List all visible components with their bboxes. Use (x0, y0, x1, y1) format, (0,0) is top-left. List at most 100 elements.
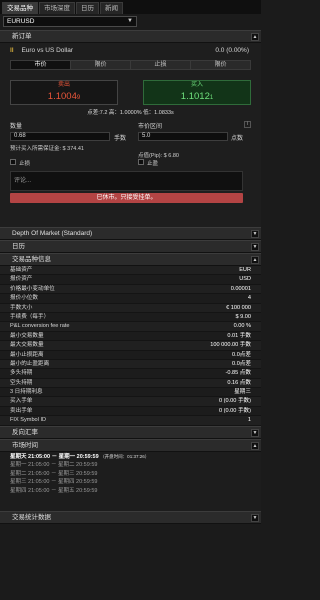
info-value: 0.00 % (233, 323, 251, 330)
market-closed-notice: 已休市。只接受挂单。 (10, 193, 243, 203)
market-hours-text: 星期天 21:05:00 － 星期一 20:59:59 (10, 453, 99, 460)
reverse-rate-header[interactable]: 反向汇率 ▼ (0, 425, 261, 439)
info-key: 最大交易数量 (10, 342, 44, 349)
info-value: $ 9.00 (235, 313, 251, 320)
info-key: 最小止损距离 (10, 351, 44, 358)
info-row: 手续费（每手） $ 9.00 (0, 313, 261, 323)
new-order-header[interactable]: 新订单 ▲ (0, 30, 261, 43)
order-tab-market[interactable]: 市价 (11, 61, 71, 69)
market-hours-text: 星期二 21:05:00 － 星期三 20:59:59 (10, 470, 98, 477)
instrument-stats-title: 交易统计数据 (12, 513, 51, 521)
calendar-title: 日历 (12, 243, 25, 250)
info-value: 0 (0.00 手数) (218, 407, 251, 414)
expand-icon[interactable]: ▼ (251, 428, 259, 437)
info-value: 4 (247, 295, 251, 302)
collapse-icon[interactable]: ▲ (251, 256, 259, 264)
market-range-input[interactable]: 5.0 (138, 132, 228, 141)
sell-button[interactable]: 卖出 1.10049 (10, 80, 118, 105)
depth-of-market-title: Depth Of Market (Standard) (12, 230, 93, 237)
info-key: FIX Symbol ID (10, 417, 47, 424)
market-hours-header[interactable]: 市场时间 ▲ (0, 438, 261, 452)
market-hours-title: 市场时间 (12, 441, 38, 449)
info-value: -0.85 点数 (225, 370, 252, 377)
spread-info: 点差:7.2 高：1.0000% 低：1.0833s (87, 110, 174, 116)
info-value: 0.16 点数 (227, 379, 251, 386)
info-key: 最小的止盈距离 (10, 360, 50, 367)
open-time-badge: （开盘时间：01:37:26） (100, 453, 150, 459)
info-key: 3 日持期利息 (10, 389, 43, 396)
info-row: P&L conversion fee rate 0.00 % (0, 322, 261, 332)
market-hours-text: 星期一 21:05:00 － 星期二 20:59:59 (10, 462, 98, 469)
info-row: 手数大小 € 100 000 (0, 303, 261, 313)
market-hours-row: 星期四 21:05:00 － 星期五 20:59:59 (10, 487, 251, 496)
info-row: 最小的止盈距离 0.0点差 (0, 359, 261, 370)
tab-calendar[interactable]: 日历 (76, 2, 99, 14)
market-hours-row: 星期三 21:05:00 － 星期四 20:59:59 (10, 478, 251, 487)
stop-loss-checkbox[interactable] (10, 159, 16, 165)
info-row: 最大交易数量 100 000.00 手数 (0, 341, 261, 351)
info-key: 卖出手单 (10, 407, 33, 414)
stop-loss-label: 止损 (19, 161, 31, 167)
info-row: FIX Symbol ID 1 (0, 416, 261, 426)
reverse-rate-title: 反向汇率 (12, 428, 38, 436)
symbol-select[interactable]: EURUSD ▼ (3, 16, 137, 27)
calendar-header[interactable]: 日历 ▼ (0, 240, 261, 253)
info-value: USD (239, 276, 251, 283)
instrument-info-title: 交易品种信息 (12, 256, 51, 263)
order-tab-stop-limit[interactable]: 限价 (191, 61, 250, 69)
market-hours-list: 星期天 21:05:00 － 星期一 20:59:59 （开盘时间：01:37:… (0, 451, 261, 511)
info-icon[interactable]: i (244, 121, 251, 128)
tab-symbol[interactable]: 交易品种 (2, 2, 38, 14)
expand-icon[interactable]: ▼ (251, 513, 259, 522)
info-row: 最小止损距离 0.0点差 (0, 351, 261, 360)
order-tab-stop[interactable]: 止损 (131, 61, 191, 69)
chevron-down-icon: ▼ (127, 18, 133, 24)
info-key: P&L conversion fee rate (10, 323, 70, 330)
instrument-info-table: 基础资产 EUR 报价资产 USD 价格最小变动单位 0.00001 报价小位数 4 手数大小 €… (0, 266, 261, 426)
info-row: 卖出手单 0 (0.00 手数) (0, 407, 261, 417)
order-tab-limit[interactable]: 限价 (71, 61, 131, 69)
info-row: 基础资产 EUR (0, 266, 261, 276)
info-key: 报价资产 (10, 276, 33, 283)
buy-button[interactable]: 买入 1.10121 (143, 80, 251, 105)
expand-icon[interactable]: ▼ (251, 243, 259, 251)
depth-of-market-header[interactable]: Depth Of Market (Standard) ▼ (0, 227, 261, 240)
collapse-icon[interactable]: ▲ (251, 33, 259, 41)
market-hours-row: 星期二 21:05:00 － 星期三 20:59:59 (10, 470, 251, 479)
info-key: 买入手单 (10, 398, 33, 405)
tab-market-depth[interactable]: 市场深度 (39, 2, 75, 14)
sell-label: 卖出 (57, 82, 70, 88)
info-row: 最小交易数量 0.01 手数 (0, 332, 261, 342)
market-range-value: 5.0 (142, 133, 151, 139)
info-key: 价格最小变动单位 (10, 285, 55, 292)
tab-news[interactable]: 新闻 (100, 2, 123, 14)
symbol-value: EURUSD (7, 18, 35, 25)
market-range-label: 市价区间 (138, 124, 163, 130)
comment-placeholder: 评论... (14, 178, 32, 184)
collapse-icon[interactable]: ▲ (251, 441, 259, 450)
instrument-info-header[interactable]: 交易品种信息 ▲ (0, 253, 261, 266)
market-range-unit: 点数 (231, 136, 244, 142)
buy-price: 1.10121 (180, 91, 214, 102)
info-value: EUR (239, 267, 251, 273)
market-hours-row: 星期天 21:05:00 － 星期一 20:59:59 （开盘时间：01:37:… (10, 453, 251, 462)
top-tabs: 交易品种 市场深度 日历 新闻 (0, 0, 261, 14)
buy-label: 买入 (190, 82, 203, 88)
comment-input[interactable]: 评论... (10, 171, 243, 191)
info-row: 多头持期 -0.85 点数 (0, 369, 261, 379)
order-type-tabs: 市价 限价 止损 限价 (10, 60, 251, 70)
pause-icon[interactable]: II (10, 47, 14, 54)
expand-icon[interactable]: ▼ (251, 230, 259, 238)
info-value: 100 000.00 手数 (210, 342, 251, 349)
quantity-input[interactable]: 0.68 (10, 132, 110, 141)
info-value: 0.0点差 (232, 360, 251, 367)
info-row: 3 日持期利息 星期三 (0, 388, 261, 398)
take-profit-checkbox[interactable] (138, 159, 144, 165)
instrument-stats-header[interactable]: 交易统计数据 ▼ (0, 510, 261, 524)
info-key: 手续费（每手） (10, 313, 50, 320)
quantity-label: 数量 (10, 124, 23, 130)
info-key: 基础资产 (10, 267, 33, 273)
market-hours-text: 星期三 21:05:00 － 星期四 20:59:59 (10, 479, 98, 486)
info-row: 空头持期 0.16 点数 (0, 378, 261, 389)
info-value: 1 (247, 417, 251, 424)
